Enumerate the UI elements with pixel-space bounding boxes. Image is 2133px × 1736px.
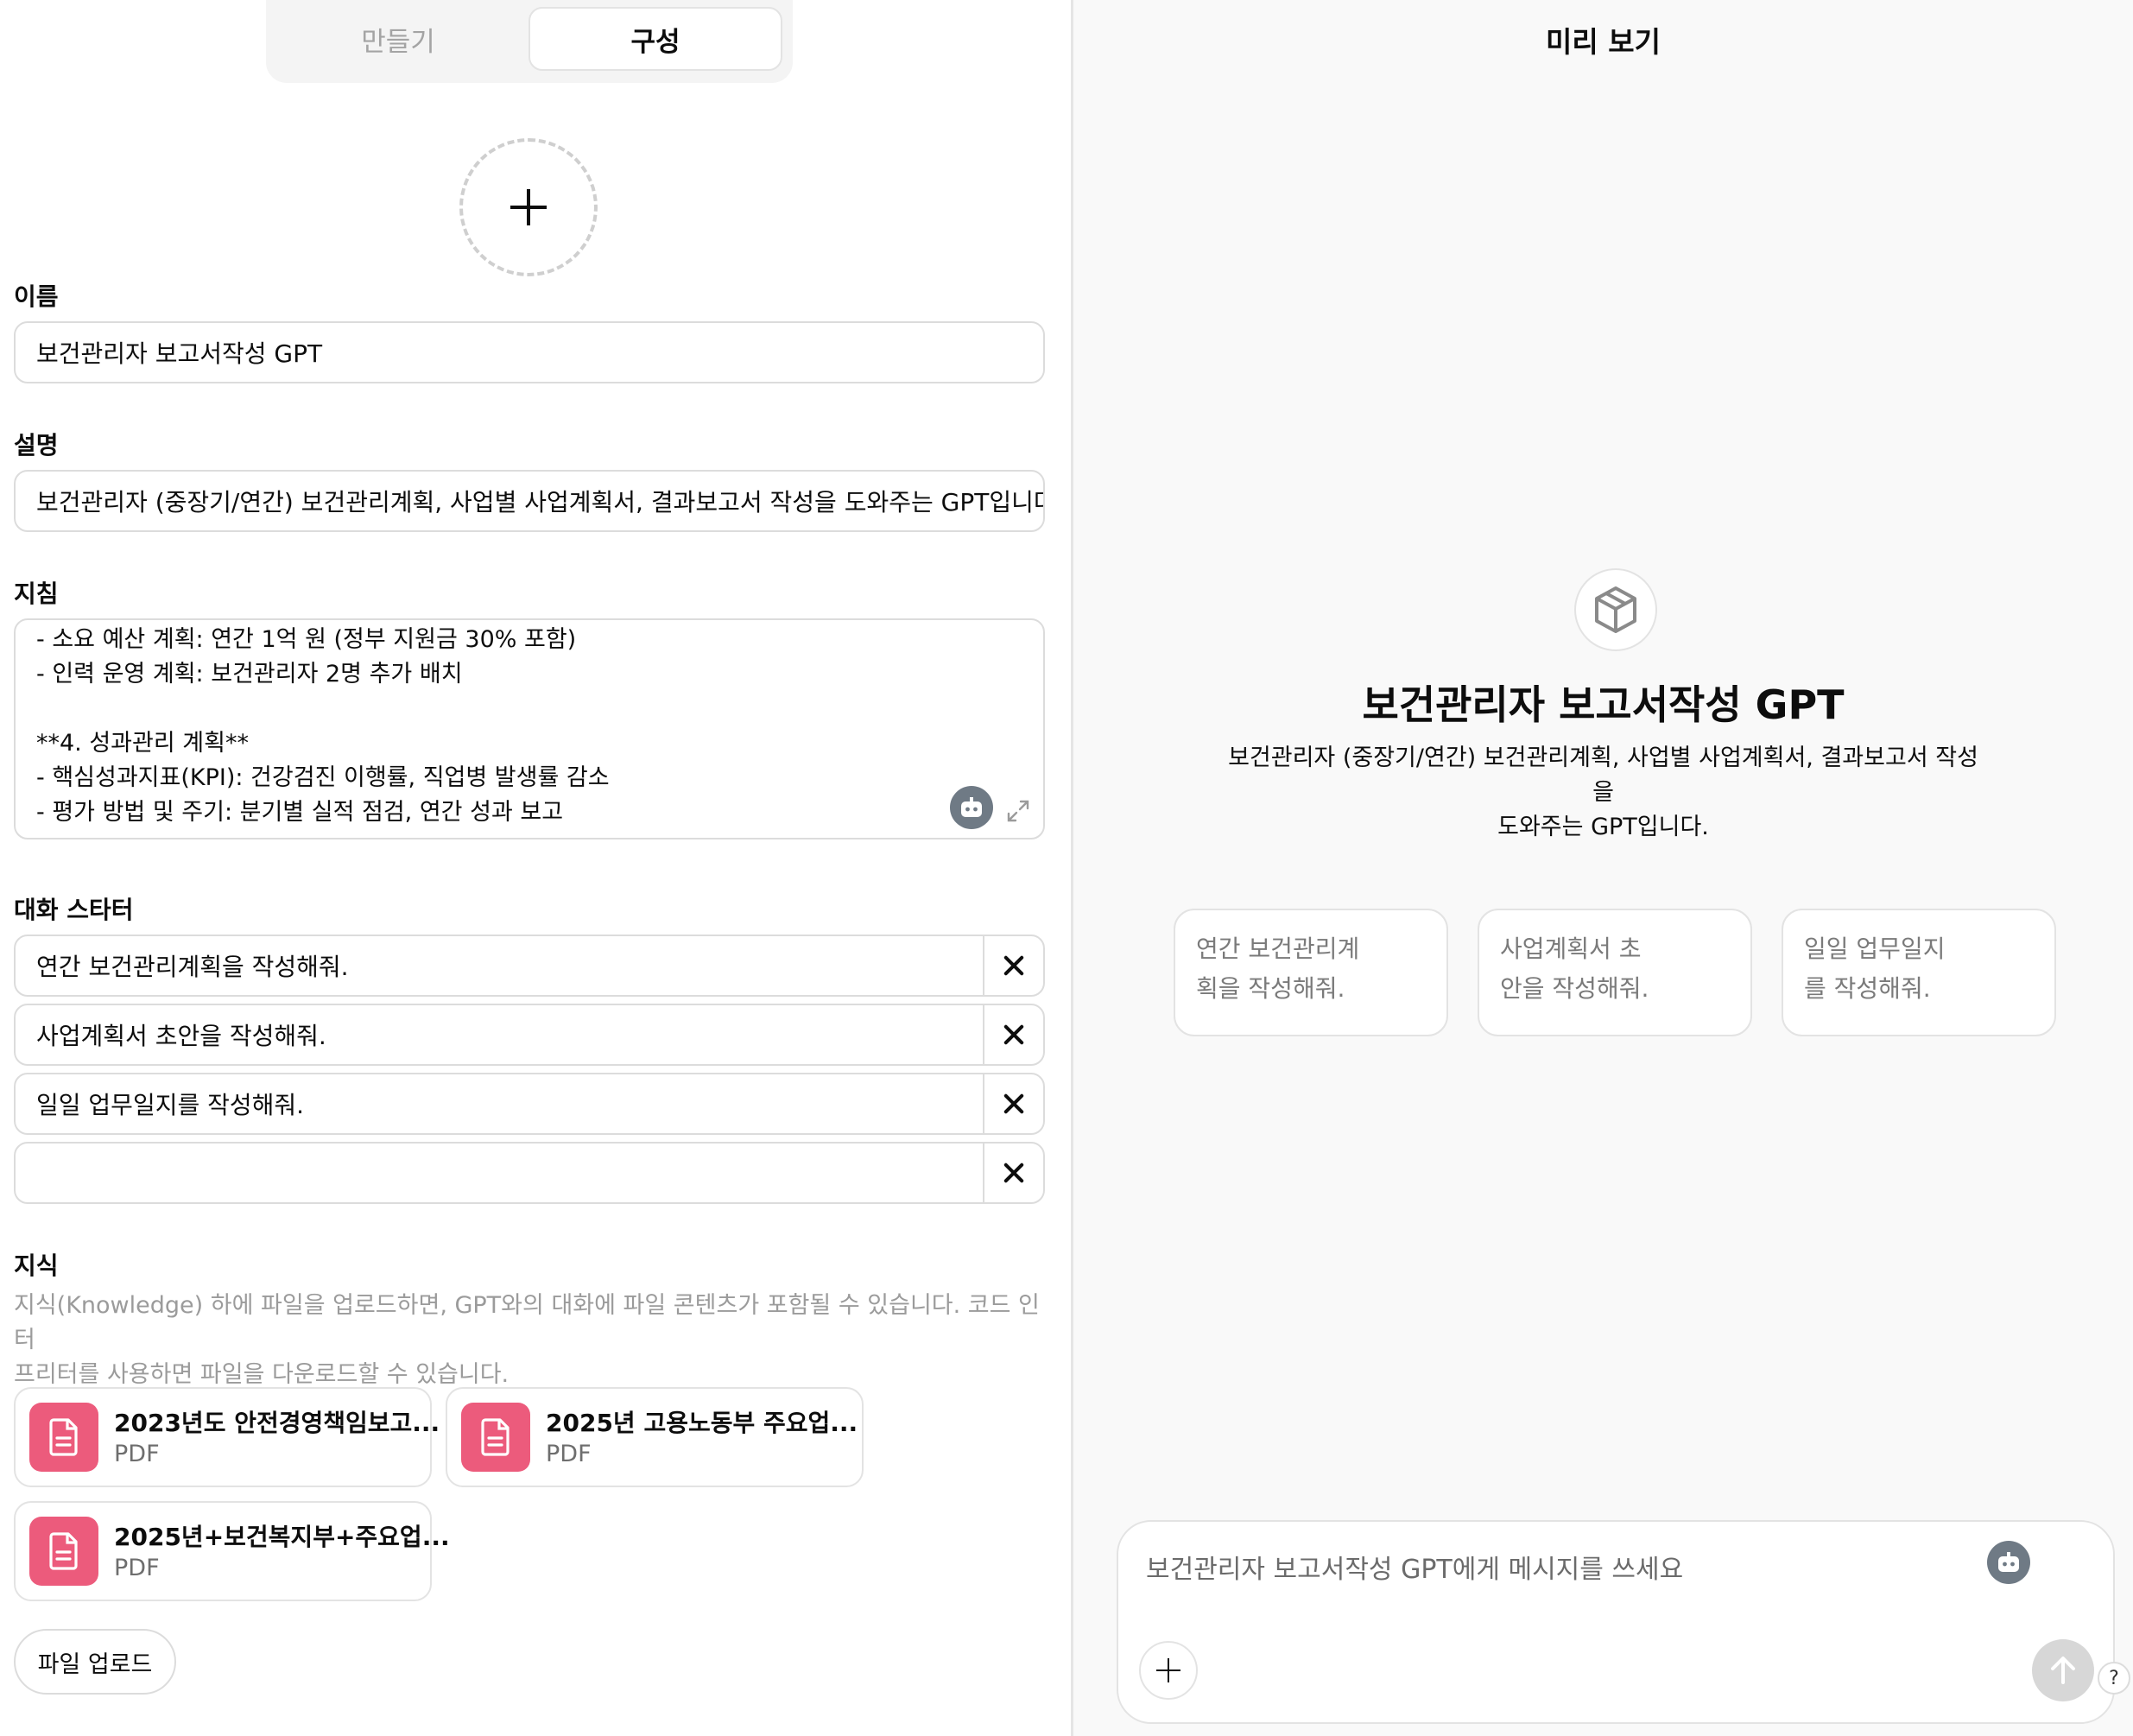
suggestion-line: 일일 업무일지 [1804,935,1946,963]
bot-icon [1998,1552,2019,1572]
help-button[interactable]: ? [2098,1662,2130,1695]
remove-starter-button[interactable] [984,1144,1043,1202]
knowledge-label: 지식 [14,1251,59,1280]
name-input[interactable]: 보건관리자 보고서작성 GPT [14,321,1045,383]
knowledge-hint: 지식(Knowledge) 하에 파일을 업로드하면, GPT와의 대화에 파일… [14,1289,1050,1392]
gpt-avatar [1574,568,1657,651]
file-name: 2025년+보건복지부+주요업... [114,1523,450,1551]
instructions-textarea[interactable]: - 소요 예산 계획: 연간 1억 원 (정부 지원금 30% 포함) - 인력… [14,618,1045,839]
description-input[interactable]: 보건관리자 (중장기/연간) 보건관리계획, 사업별 사업계획서, 결과보고서 … [14,470,1045,532]
description-label: 설명 [14,431,59,459]
starter-row: 연간 보건관리계획을 작성해줘. [14,935,1045,997]
message-input[interactable]: 보건관리자 보고서작성 GPT에게 메시지를 쓰세요 [1146,1548,1683,1586]
instructions-line: - 평가 방법 및 주기: 분기별 실적 점검, 연간 성과 보고 [36,799,564,826]
starter-input[interactable]: 일일 업무일지를 작성해줘. [36,1074,304,1133]
instructions-line: **4. 성과관리 계획** [36,730,249,757]
file-type: PDF [114,1441,160,1467]
document-icon [29,1403,98,1472]
close-icon [1003,1024,1024,1045]
starters-label: 대화 스타터 [14,896,134,924]
knowledge-file[interactable]: 2023년도 안전경영책임보고... PDF [14,1387,440,1487]
close-icon [1003,1093,1024,1114]
send-button[interactable] [2032,1639,2094,1701]
tab-configure[interactable]: 구성 [529,7,782,71]
starter-input[interactable]: 사업계획서 초안을 작성해줘. [36,1005,326,1064]
gpt-description: 보건관리자 (중장기/연간) 보건관리계획, 사업별 사업계획서, 결과보고서 … [1220,741,1986,845]
starter-row [14,1142,1045,1204]
gpt-name: 보건관리자 보고서작성 GPT [1362,681,1845,728]
attach-button[interactable] [1139,1641,1198,1700]
configure-panel: 만들기 구성 이름 보건관리자 보고서작성 GPT 설명 보건관리자 (중장기/… [0,0,1071,1736]
document-icon [29,1517,98,1586]
document-icon [461,1403,530,1472]
expand-icon[interactable] [1005,798,1031,824]
tab-create[interactable]: 만들기 [273,7,523,71]
add-avatar-button[interactable] [459,138,598,276]
suggestion-line: 를 작성해줘. [1804,974,1931,1003]
suggestion-card[interactable]: 사업계획서 초 안을 작성해줘. [1478,909,1752,1036]
mode-switch: 만들기 구성 [266,0,793,83]
suggestion-card[interactable]: 연간 보건관리계 획을 작성해줘. [1174,909,1448,1036]
file-name: 2023년도 안전경영책임보고... [114,1409,440,1437]
file-type: PDF [114,1555,160,1581]
file-name: 2025년 고용노동부 주요업... [546,1409,858,1437]
preview-title: 미리 보기 [1546,25,1661,59]
remove-starter-button[interactable] [984,1074,1043,1133]
suggestion-line: 획을 작성해줘. [1196,974,1345,1003]
instructions-line: - 핵심성과지표(KPI): 건강검진 이행률, 직업병 발생률 감소 [36,764,610,791]
assistant-bot-button[interactable] [950,786,993,829]
suggestion-line: 안을 작성해줘. [1500,974,1649,1003]
suggestion-card[interactable]: 일일 업무일지 를 작성해줘. [1782,909,2056,1036]
remove-starter-button[interactable] [984,1005,1043,1064]
message-composer[interactable]: 보건관리자 보고서작성 GPT에게 메시지를 쓰세요 [1117,1520,2115,1724]
close-icon [1003,1163,1024,1183]
remove-starter-button[interactable] [984,936,1043,995]
suggestion-line: 연간 보건관리계 [1196,935,1360,963]
knowledge-file[interactable]: 2025년+보건복지부+주요업... PDF [14,1501,450,1601]
starter-row: 일일 업무일지를 작성해줘. [14,1073,1045,1135]
cube-icon [1595,586,1636,633]
preview-panel: 미리 보기 보건관리자 보고서작성 GPT 보건관리자 (중장기/연간) 보건관… [1073,0,2133,1736]
arrow-up-icon [2051,1657,2075,1684]
knowledge-file[interactable]: 2025년 고용노동부 주요업... PDF [446,1387,864,1487]
bot-icon [961,797,982,817]
instructions-line: - 소요 예산 계획: 연간 1억 원 (정부 지원금 30% 포함) [36,626,577,653]
file-type: PDF [546,1441,592,1467]
gpt-description-line: 보건관리자 (중장기/연간) 보건관리계획, 사업별 사업계획서, 결과보고서 … [1228,744,1978,806]
instructions-label: 지침 [14,580,59,608]
gpt-description-line: 도와주는 GPT입니다. [1497,814,1709,840]
starter-input[interactable]: 연간 보건관리계획을 작성해줘. [36,936,349,995]
name-label: 이름 [14,282,59,311]
knowledge-hint-line: 지식(Knowledge) 하에 파일을 업로드하면, GPT와의 대화에 파일… [14,1292,1040,1353]
plus-icon [510,189,547,225]
assistant-bot-button[interactable] [1987,1541,2030,1584]
plus-icon [1156,1658,1180,1682]
instructions-line: - 인력 운영 계획: 보건관리자 2명 추가 배치 [36,661,463,687]
upload-file-button[interactable]: 파일 업로드 [14,1629,176,1695]
close-icon [1003,955,1024,976]
suggestion-line: 사업계획서 초 [1500,935,1642,963]
starter-row: 사업계획서 초안을 작성해줘. [14,1004,1045,1066]
